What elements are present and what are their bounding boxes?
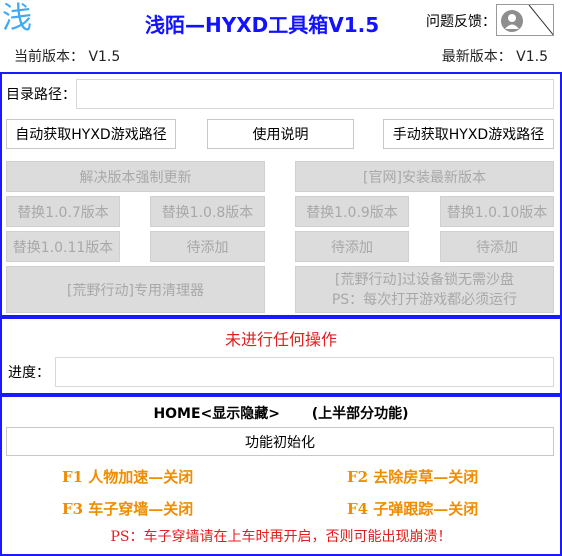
replace-108-button[interactable]: 替换1.0.8版本: [150, 196, 265, 227]
path-label: 目录路径：: [6, 87, 76, 103]
status-message: 未进行任何操作: [224, 330, 337, 349]
replace-109-button[interactable]: 替换1.0.9版本: [295, 196, 409, 227]
pending-button-3[interactable]: 待添加: [440, 231, 554, 262]
current-version: 当前版本： V1.5: [14, 49, 121, 65]
feedback-button[interactable]: [496, 4, 554, 36]
hotkey-f1-status: F1 人物加速—关闭: [62, 468, 194, 486]
official-install-button[interactable]: [官网]安装最新版本: [295, 161, 554, 192]
pending-button-1[interactable]: 待添加: [150, 231, 265, 262]
cleaner-button[interactable]: [荒野行动]专用清理器: [6, 266, 265, 313]
pending-button-2[interactable]: 待添加: [295, 231, 409, 262]
manual-path-button[interactable]: 手动获取HYXD游戏路径: [383, 119, 554, 149]
progress-bar: [55, 357, 554, 387]
feedback-label: 问题反馈：: [426, 14, 496, 30]
user-icon: [501, 5, 553, 35]
latest-version: 最新版本： V1.5: [441, 49, 548, 65]
replace-1011-button[interactable]: 替换1.0.11版本: [6, 231, 120, 262]
home-label: HOME<显示隐藏>: [153, 406, 281, 422]
app-logo: 浅: [2, 1, 32, 36]
init-button[interactable]: 功能初始化: [6, 427, 554, 456]
hotkey-f3-status: F3 车子穿墙—关闭: [62, 500, 194, 518]
progress-label: 进度：: [8, 365, 50, 381]
sandbox-line-1: [荒野行动]过设备锁无需沙盘: [335, 271, 514, 288]
auto-path-button[interactable]: 自动获取HYXD游戏路径: [6, 119, 176, 149]
window-title: 浅陌—HYXD工具箱V1.5: [145, 13, 380, 37]
warning-text: PS：车子穿墙请在上车时再开启，否则可能出现崩溃！: [110, 529, 452, 545]
instructions-button[interactable]: 使用说明: [207, 119, 354, 149]
hotkey-f4-status: F4 子弹跟踪—关闭: [347, 500, 479, 518]
hotkey-f2-status: F2 去除房草—关闭: [347, 468, 479, 486]
path-input[interactable]: [76, 79, 554, 109]
sandbox-button[interactable]: [荒野行动]过设备锁无需沙盘 PS：每次打开游戏都必须运行: [295, 266, 554, 313]
sandbox-line-2: PS：每次打开游戏都必须运行: [331, 291, 518, 308]
home-note: (上半部分功能): [311, 406, 409, 422]
force-update-button[interactable]: 解决版本强制更新: [6, 161, 265, 192]
home-hint: HOME<显示隐藏> (上半部分功能): [0, 403, 562, 423]
replace-107-button[interactable]: 替换1.0.7版本: [6, 196, 120, 227]
replace-1010-button[interactable]: 替换1.0.10版本: [440, 196, 554, 227]
